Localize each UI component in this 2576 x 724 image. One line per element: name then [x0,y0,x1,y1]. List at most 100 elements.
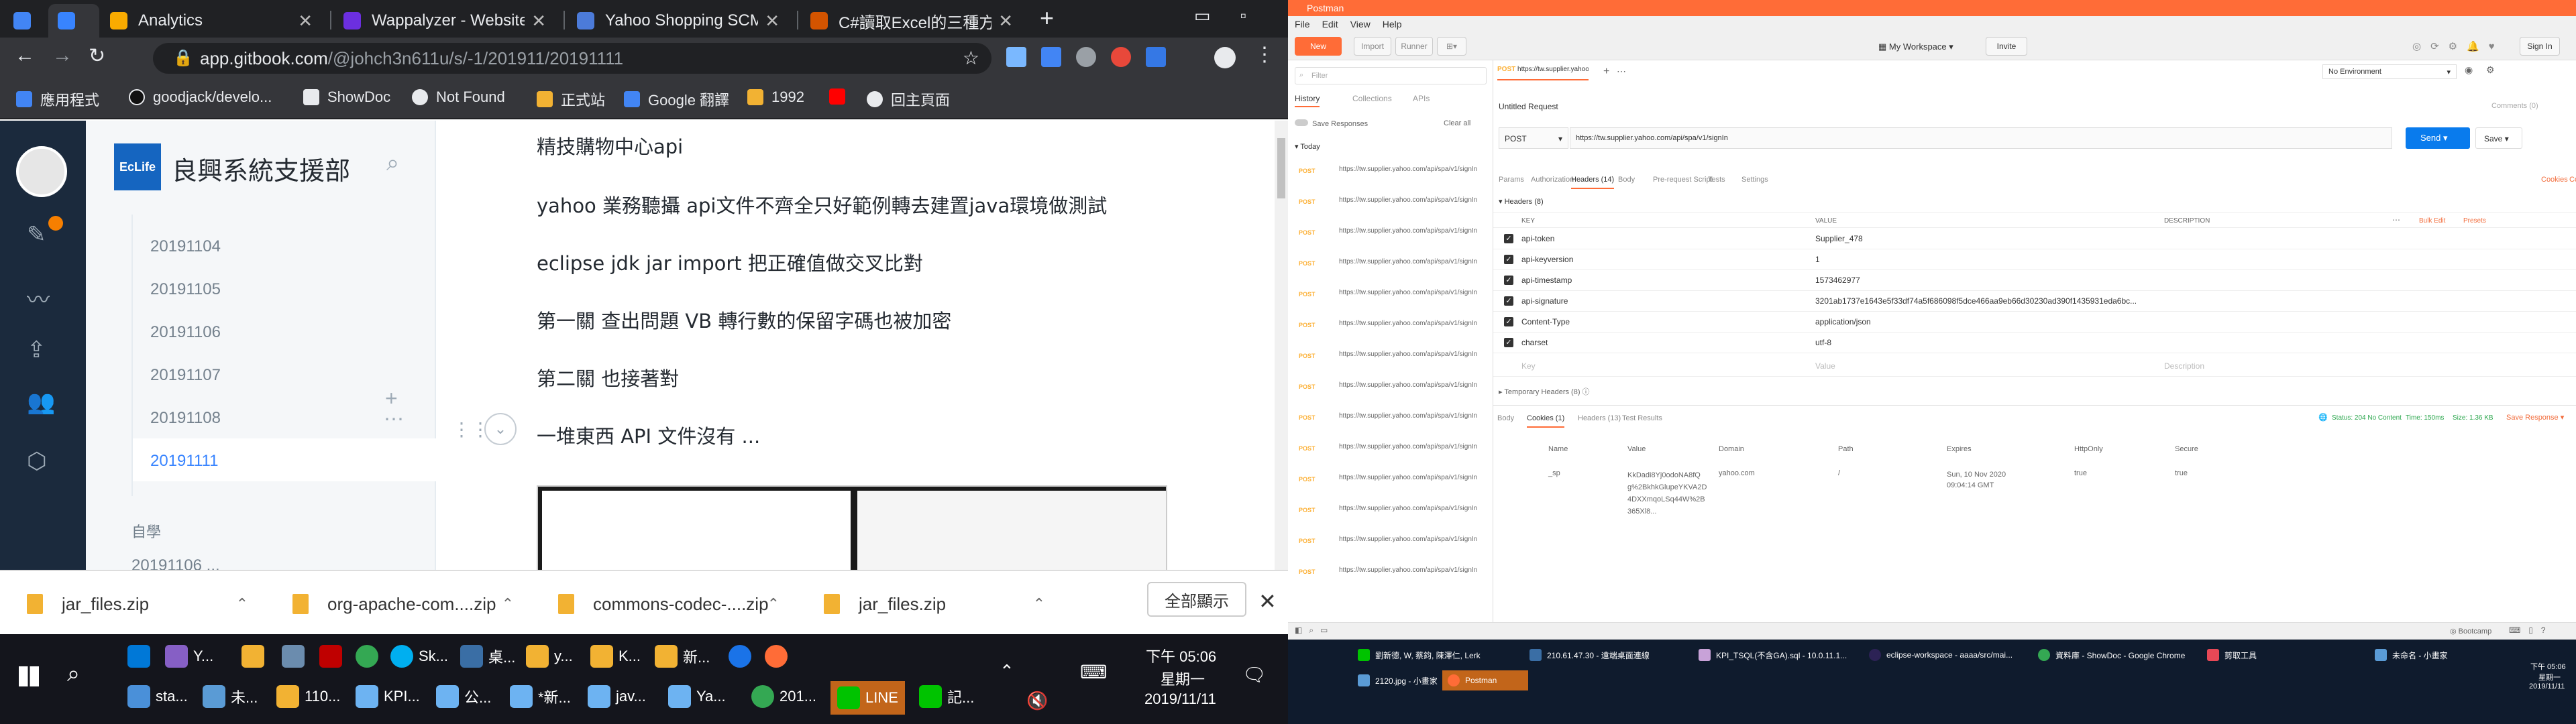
nav-item[interactable]: 20191104 [150,237,221,256]
browser-tab-analytics[interactable]: Analytics ✕ [101,4,322,38]
request-tab[interactable]: POST https://tw.supplier.yahoo.co... [1497,66,1589,80]
close-tab-icon[interactable]: ✕ [765,11,780,32]
invite-button[interactable]: Invite [1986,37,2027,56]
taskbar-item[interactable]: 201... [751,685,816,708]
status-icons-left[interactable]: ◧⌕▭ [1295,625,1334,636]
header-value[interactable]: Supplier_478 [1815,234,2157,243]
menu-icon[interactable]: ⋮ [1254,43,1275,66]
history-item[interactable]: POST https://tw.supplier.yahoo.com/api/sp… [1288,223,1493,252]
history-item[interactable]: POST https://tw.supplier.yahoo.com/api/sp… [1288,531,1493,560]
taskbar-item[interactable]: Sk... [390,645,448,668]
code-link[interactable]: Code [2569,176,2576,184]
taskbar-item[interactable]: jav... [588,685,646,708]
request-title[interactable]: Untitled Request [1499,102,1558,111]
taskbar-item[interactable]: 公... [436,685,491,708]
taskbar-item[interactable]: 資料庫 - ShowDoc - Google Chrome [2038,649,2185,661]
start-windows-icon[interactable] [19,666,39,686]
temporary-headers-toggle[interactable]: ▸ Temporary Headers (8) ⓘ [1499,386,1590,397]
history-item[interactable]: POST https://tw.supplier.yahoo.com/api/sp… [1288,562,1493,591]
history-item[interactable]: POST https://tw.supplier.yahoo.com/api/sp… [1288,161,1493,190]
keyboard-icon[interactable]: ⌨ [1080,661,1107,683]
header-value[interactable]: application/json [1815,317,2157,326]
bookmark-folder-prod[interactable]: 正式站 [537,88,605,110]
reload-icon[interactable]: ↻ [89,44,105,68]
checkbox-checked-icon[interactable]: ✓ [1504,317,1513,326]
browser-tab-yahoo[interactable]: Yahoo Shopping SCM ✕ [568,4,789,38]
extension-icons[interactable] [1006,47,1166,67]
bookmark-star-icon[interactable]: ☆ [963,47,979,69]
save-button[interactable]: Save ▾ [2475,127,2522,149]
empty-header-row[interactable]: Key Value Description [1493,355,2576,377]
nav-item[interactable]: 20191105 [150,280,221,299]
taskbar-item[interactable]: KPI... [356,685,420,708]
profile-icon[interactable] [1214,47,1236,68]
tab-history[interactable]: History [1295,94,1320,107]
forward-icon[interactable]: → [52,44,72,67]
taskbar-item[interactable] [241,645,270,668]
save-response-dropdown[interactable]: Save Response ▾ [2506,413,2564,422]
key-placeholder[interactable]: Key [1521,361,1536,371]
history-item[interactable]: POST https://tw.supplier.yahoo.com/api/sp… [1288,346,1493,375]
taskbar-item[interactable] [127,645,156,668]
taskbar-item[interactable]: 210.61.47.30 - 遠端桌面連線 [1529,649,1650,661]
taskbar-item[interactable]: 劉新德, W, 蔡鈞, 陳澤仁, Lerk [1358,649,1481,661]
page-scrollbar[interactable] [1275,121,1288,570]
address-bar[interactable]: 🔒 app.gitbook.com/@johch3n611u/s/-1/2019… [153,43,991,74]
response-tab-item[interactable]: Cookies (1) [1527,414,1565,428]
taskbar-item[interactable]: 桌... [460,645,515,668]
history-item[interactable]: POST https://tw.supplier.yahoo.com/api/sp… [1288,192,1493,221]
taskbar-item[interactable]: K... [590,645,641,668]
clock-time[interactable]: 下午 05:06 [1146,645,1216,666]
chevron-up-icon[interactable]: ⌃ [502,595,514,613]
bookmark-github[interactable]: goodjack/develo... [129,88,272,106]
chevron-up-icon[interactable]: ⌃ [1033,595,1045,613]
header-row[interactable]: ✓ api-signature 3201ab1737e1643e5f33df74a5… [1493,290,2576,312]
taskbar-item[interactable]: 2120.jpg - 小畫家 [1358,674,1438,686]
notification-center-icon[interactable]: 🗨 [1242,664,1267,686]
chevron-up-icon[interactable]: ⌃ [236,595,248,613]
close-tab-icon[interactable]: ✕ [298,11,313,32]
new-button[interactable]: New [1295,37,1342,56]
taskbar-item[interactable] [282,645,310,668]
response-tab-item[interactable]: Test Results [1622,414,1662,422]
people-icon[interactable]: 👥 [27,389,55,416]
nav-item-active[interactable]: 20191111 [150,452,218,471]
header-row[interactable]: ✓ api-token Supplier_478 [1493,228,2576,249]
presets-dropdown[interactable]: Presets [2463,217,2486,225]
response-tab-item[interactable]: Body [1497,414,1514,422]
edit-icon[interactable]: ✎ [27,221,46,248]
more-icon[interactable]: ⋯ [384,408,404,431]
description-placeholder[interactable]: Description [2164,361,2204,371]
header-value[interactable]: 1573462977 [1815,276,2157,285]
volume-mute-icon[interactable]: 🔇 [1026,690,1048,711]
request-tab-item[interactable]: Tests [1708,176,1725,184]
request-tab-item[interactable]: Settings [1741,176,1768,184]
url-input[interactable]: https://tw.supplier.yahoo.com/api/spa/v1… [1570,127,2392,149]
taskbar-item[interactable]: 110... [276,685,340,708]
import-button[interactable]: Import [1354,37,1391,56]
comments-link[interactable]: Comments (0) [2491,102,2538,110]
header-value[interactable]: utf-8 [1815,338,2157,347]
history-group-today[interactable]: ▾ Today [1295,142,1320,151]
activity-icon[interactable]: 〰 [27,282,50,314]
taskbar-item[interactable] [319,645,347,668]
close-downloads-icon[interactable]: ✕ [1258,589,1277,614]
checkbox-checked-icon[interactable]: ✓ [1504,255,1513,264]
settings-icon[interactable]: ⚙ [2486,64,2495,76]
taskbar-item[interactable]: 新... [655,645,710,668]
package-icon[interactable]: ⬡ [27,448,47,475]
value-placeholder[interactable]: Value [1815,361,1835,371]
taskbar-item[interactable]: KPI_TSQL(不含GA).sql - 10.0.11.1... [1699,649,1847,661]
request-tab-item[interactable]: Authorization [1531,176,1574,184]
runner-button[interactable]: Runner [1395,37,1433,56]
nav-item[interactable]: 20191107 [150,366,221,385]
checkbox-checked-icon[interactable]: ✓ [1504,234,1513,243]
download-item[interactable]: jar_files.zip ⌃ [27,587,248,621]
download-item[interactable]: jar_files.zip ⌃ [824,587,1045,621]
header-key[interactable]: api-timestamp [1521,276,1572,285]
browser-tab-wappalyzer[interactable]: Wappalyzer - Websites ✕ [334,4,555,38]
signin-button[interactable]: Sign In [2520,37,2560,56]
menu-help[interactable]: Help [1383,19,1402,29]
menu-view[interactable]: View [1350,19,1371,29]
header-key[interactable]: api-token [1521,234,1554,243]
